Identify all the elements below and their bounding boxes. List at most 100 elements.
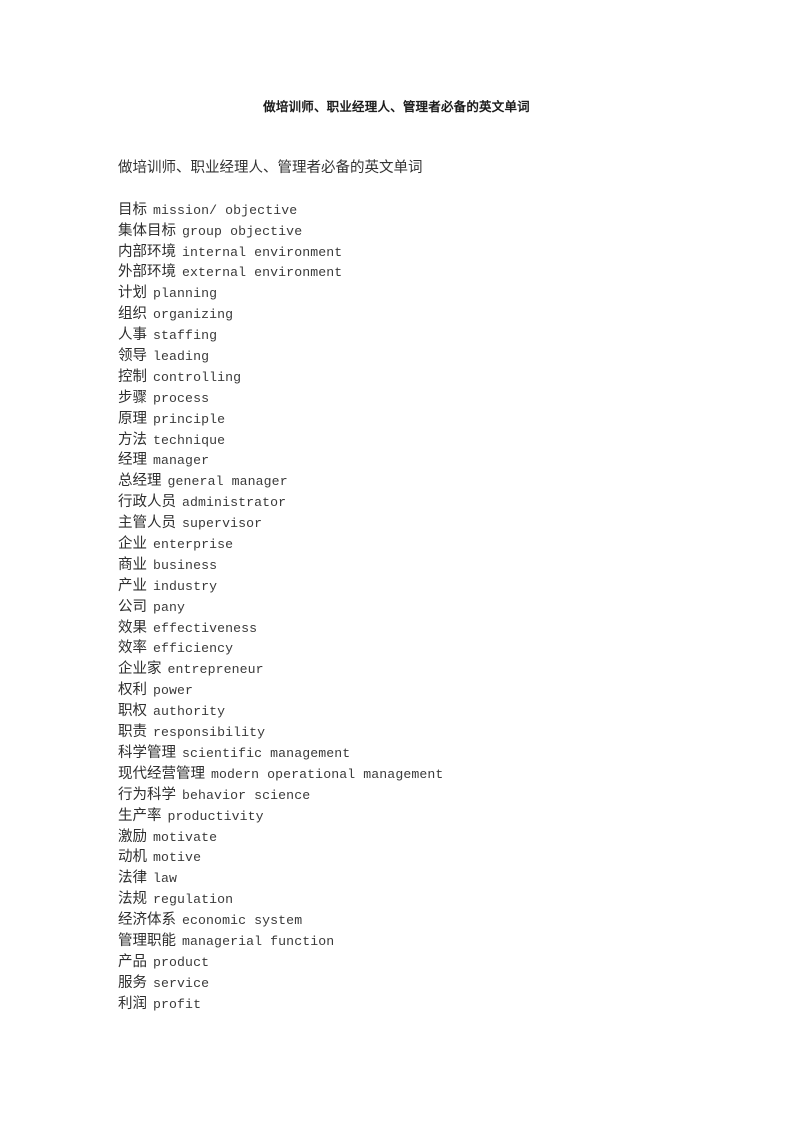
term-chinese: 产品 bbox=[118, 953, 147, 970]
vocabulary-entry: 行为科学 behavior science bbox=[118, 785, 738, 806]
term-english: responsibility bbox=[153, 725, 266, 741]
vocabulary-entry: 效率 efficiency bbox=[118, 638, 738, 659]
term-english: industry bbox=[153, 578, 218, 594]
term-english: service bbox=[153, 975, 210, 991]
vocabulary-entry: 计划 planning bbox=[118, 283, 738, 304]
page-title: 做培训师、职业经理人、管理者必备的英文单词 bbox=[263, 100, 530, 114]
term-chinese: 管理职能 bbox=[118, 932, 176, 949]
term-english: product bbox=[153, 954, 210, 970]
term-english: scientific management bbox=[182, 745, 351, 761]
document-body: 做培训师、职业经理人、管理者必备的英文单词 目标 mission/ objecti… bbox=[118, 158, 738, 1015]
vocabulary-entry: 集体目标 group objective bbox=[118, 221, 738, 242]
term-english: internal environment bbox=[182, 244, 343, 260]
vocabulary-entry: 法律 law bbox=[118, 868, 738, 889]
term-english: modern operational management bbox=[211, 766, 444, 782]
term-english: motive bbox=[153, 850, 202, 866]
term-english: effectiveness bbox=[153, 620, 258, 636]
term-chinese: 法律 bbox=[118, 870, 147, 887]
vocabulary-entry: 公司 pany bbox=[118, 597, 738, 618]
term-english: motivate bbox=[153, 829, 218, 845]
term-english: technique bbox=[153, 432, 226, 448]
term-chinese: 原理 bbox=[118, 410, 147, 427]
vocabulary-entry: 产品 product bbox=[118, 952, 738, 973]
term-english: process bbox=[153, 390, 210, 406]
term-english: enterprise bbox=[153, 537, 234, 553]
term-chinese: 职权 bbox=[118, 703, 147, 720]
term-chinese: 外部环境 bbox=[118, 264, 176, 281]
vocabulary-list: 目标 mission/ objective 集体目标 group objective 内… bbox=[118, 200, 738, 1015]
term-english: behavior science bbox=[182, 787, 311, 803]
term-english: power bbox=[153, 683, 194, 699]
vocabulary-entry: 管理职能 managerial function bbox=[118, 931, 738, 952]
vocabulary-entry: 目标 mission/ objective bbox=[118, 200, 738, 221]
vocabulary-entry: 动机 motive bbox=[118, 847, 738, 868]
vocabulary-entry: 领导 leading bbox=[118, 346, 738, 367]
vocabulary-entry: 效果 effectiveness bbox=[118, 618, 738, 639]
vocabulary-entry: 步骤 process bbox=[118, 388, 738, 409]
term-english: general manager bbox=[167, 474, 288, 490]
term-english: profit bbox=[153, 996, 202, 1012]
vocabulary-entry: 激励 motivate bbox=[118, 827, 738, 848]
vocabulary-entry: 生产率 productivity bbox=[118, 806, 738, 827]
term-english: external environment bbox=[182, 265, 343, 281]
term-chinese: 企业 bbox=[118, 536, 147, 553]
term-chinese: 经济体系 bbox=[118, 912, 176, 929]
vocabulary-entry: 方法 technique bbox=[118, 430, 738, 451]
term-chinese: 行为科学 bbox=[118, 786, 176, 803]
term-chinese: 权利 bbox=[118, 682, 147, 699]
term-chinese: 人事 bbox=[118, 327, 147, 344]
term-english: productivity bbox=[167, 808, 264, 824]
vocabulary-entry: 企业家 entrepreneur bbox=[118, 659, 738, 680]
term-chinese: 企业家 bbox=[118, 661, 162, 678]
term-english: group objective bbox=[182, 223, 303, 239]
term-chinese: 方法 bbox=[118, 431, 147, 448]
term-chinese: 激励 bbox=[118, 828, 147, 845]
term-chinese: 商业 bbox=[118, 556, 147, 573]
body-heading-line: 做培训师、职业经理人、管理者必备的英文单词 bbox=[118, 160, 423, 176]
term-chinese: 法规 bbox=[118, 891, 147, 908]
term-chinese: 职责 bbox=[118, 724, 147, 741]
vocabulary-entry: 主管人员 supervisor bbox=[118, 513, 738, 534]
term-chinese: 领导 bbox=[118, 348, 147, 365]
term-chinese: 生产率 bbox=[118, 807, 162, 824]
term-english: controlling bbox=[153, 369, 242, 385]
term-chinese: 总经理 bbox=[118, 473, 162, 490]
term-chinese: 目标 bbox=[118, 201, 147, 218]
term-english: pany bbox=[153, 599, 186, 615]
document-page: 做培训师、职业经理人、管理者必备的英文单词 做培训师、职业经理人、管理者必备的英… bbox=[0, 0, 793, 1122]
term-english: efficiency bbox=[153, 641, 234, 657]
vocabulary-entry: 行政人员 administrator bbox=[118, 492, 738, 513]
term-chinese: 集体目标 bbox=[118, 222, 176, 239]
term-chinese: 效率 bbox=[118, 640, 147, 657]
term-chinese: 公司 bbox=[118, 598, 147, 615]
vocabulary-entry: 人事 staffing bbox=[118, 325, 738, 346]
vocabulary-entry: 外部环境 external environment bbox=[118, 262, 738, 283]
vocabulary-entry: 总经理 general manager bbox=[118, 471, 738, 492]
term-english: managerial function bbox=[182, 933, 335, 949]
term-english: administrator bbox=[182, 495, 287, 511]
term-chinese: 服务 bbox=[118, 974, 147, 991]
term-chinese: 内部环境 bbox=[118, 243, 176, 260]
term-english: mission/ objective bbox=[153, 202, 298, 218]
vocabulary-entry: 组织 organizing bbox=[118, 304, 738, 325]
term-english: law bbox=[153, 871, 178, 887]
vocabulary-entry: 权利 power bbox=[118, 680, 738, 701]
term-english: entrepreneur bbox=[167, 662, 264, 678]
term-english: principle bbox=[153, 411, 226, 427]
vocabulary-entry: 商业 business bbox=[118, 555, 738, 576]
term-english: planning bbox=[153, 286, 218, 302]
term-english: authority bbox=[153, 704, 226, 720]
term-english: organizing bbox=[153, 307, 234, 323]
term-chinese: 效果 bbox=[118, 619, 147, 636]
term-chinese: 经理 bbox=[118, 452, 147, 469]
vocabulary-entry: 经济体系 economic system bbox=[118, 910, 738, 931]
term-chinese: 现代经营管理 bbox=[118, 765, 205, 782]
vocabulary-entry: 职责 responsibility bbox=[118, 722, 738, 743]
term-chinese: 动机 bbox=[118, 849, 147, 866]
vocabulary-entry: 内部环境 internal environment bbox=[118, 242, 738, 263]
vocabulary-entry: 利润 profit bbox=[118, 994, 738, 1015]
term-chinese: 计划 bbox=[118, 285, 147, 302]
term-english: supervisor bbox=[182, 516, 263, 532]
vocabulary-entry: 经理 manager bbox=[118, 450, 738, 471]
